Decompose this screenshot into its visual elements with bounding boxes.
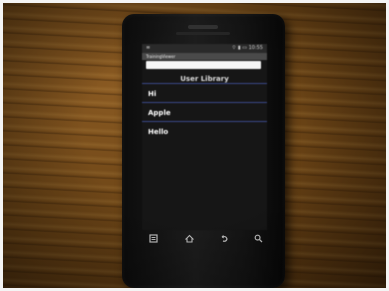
list-item[interactable]: Hello — [142, 121, 267, 140]
brand-logo — [176, 32, 230, 35]
earpiece — [188, 25, 218, 29]
list-item-label: Apple — [148, 109, 171, 117]
back-icon[interactable] — [219, 233, 230, 244]
wifi-icon: ⌔ — [231, 45, 237, 51]
home-icon[interactable] — [184, 233, 195, 244]
list-item[interactable]: Hi — [142, 83, 267, 102]
notification-icon: ≡ — [146, 45, 151, 51]
status-time: 10:55 — [248, 45, 263, 51]
status-icons: ⌔ ▮ ▭ 10:55 — [232, 44, 263, 53]
library-header: User Library — [180, 75, 229, 83]
library-list: Hi Apple Hello — [142, 83, 267, 140]
signal-icon: ▮ — [237, 45, 241, 51]
phone-screen: ≡ ⌔ ▮ ▭ 10:55 TrainingViewer User Librar… — [142, 44, 267, 230]
app-title: TrainingViewer — [146, 54, 176, 59]
battery-icon: ▭ — [242, 45, 247, 51]
app-title-bar: TrainingViewer — [142, 53, 267, 60]
search-input[interactable] — [146, 61, 261, 69]
photo: ≡ ⌔ ▮ ▭ 10:55 TrainingViewer User Librar… — [0, 0, 389, 291]
list-item-label: Hello — [148, 128, 169, 136]
status-bar: ≡ ⌔ ▮ ▭ 10:55 — [142, 44, 267, 53]
list-item-label: Hi — [148, 90, 157, 98]
menu-icon[interactable] — [148, 233, 159, 244]
search-icon[interactable] — [253, 233, 264, 244]
list-item[interactable]: Apple — [142, 102, 267, 121]
